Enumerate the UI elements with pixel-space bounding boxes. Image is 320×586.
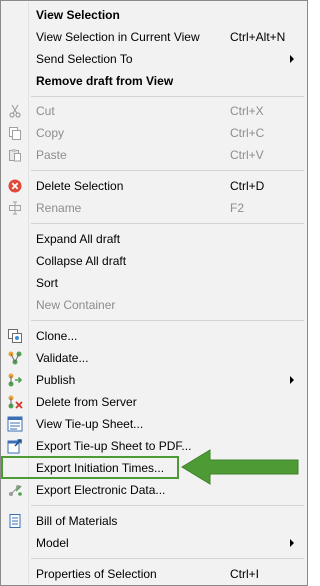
menu-item-validate[interactable]: Validate... bbox=[2, 347, 306, 369]
clone-icon bbox=[7, 328, 23, 344]
menu-item-cut[interactable]: Cut Ctrl+X bbox=[2, 100, 306, 122]
menu-item-send-selection-to[interactable]: Send Selection To bbox=[2, 48, 306, 70]
menu-item-remove-draft[interactable]: Remove draft from View bbox=[2, 70, 306, 92]
rename-icon bbox=[7, 200, 23, 216]
paste-icon bbox=[7, 147, 23, 163]
menu-item-label: Export Tie-up Sheet to PDF... bbox=[36, 439, 192, 453]
copy-icon bbox=[7, 125, 23, 141]
menu-item-model[interactable]: Model bbox=[2, 532, 306, 554]
menu-item-paste[interactable]: Paste Ctrl+V bbox=[2, 144, 306, 166]
delete-server-icon bbox=[7, 394, 23, 410]
menu-item-label: Send Selection To bbox=[36, 52, 133, 66]
bill-icon bbox=[7, 513, 23, 529]
publish-icon bbox=[7, 372, 23, 388]
menu-item-label: Copy bbox=[36, 126, 65, 140]
menu-item-view-selection[interactable]: View Selection bbox=[2, 4, 306, 26]
menu-item-bill-of-materials[interactable]: Bill of Materials bbox=[2, 510, 306, 532]
menu-item-view-selection-current-view[interactable]: View Selection in Current View Ctrl+Alt+… bbox=[2, 26, 306, 48]
annotation-arrow-icon bbox=[180, 448, 304, 489]
menu-item-shortcut: Ctrl+D bbox=[230, 179, 265, 193]
export-pdf-icon bbox=[7, 438, 23, 454]
menu-item-label: Clone... bbox=[36, 329, 78, 343]
menu-item-expand-all[interactable]: Expand All draft bbox=[2, 228, 306, 250]
menu-item-properties-of-selection[interactable]: Properties of Selection Ctrl+I bbox=[2, 563, 306, 585]
menu-item-label: Remove draft from View bbox=[36, 74, 174, 88]
cut-icon bbox=[7, 103, 23, 119]
menu-item-label: Paste bbox=[36, 148, 67, 162]
menu-separator bbox=[31, 320, 304, 321]
menu-item-label: Collapse All draft bbox=[36, 254, 127, 268]
menu-item-label: Publish bbox=[36, 373, 76, 387]
menu-item-label: Rename bbox=[36, 201, 82, 215]
menu-item-shortcut: Ctrl+C bbox=[230, 126, 265, 140]
menu-item-collapse-all[interactable]: Collapse All draft bbox=[2, 250, 306, 272]
context-menu: View Selection View Selection in Current… bbox=[0, 0, 308, 586]
menu-item-label: Delete Selection bbox=[36, 179, 124, 193]
menu-item-label: Expand All draft bbox=[36, 232, 121, 246]
menu-item-shortcut: Ctrl+Alt+N bbox=[230, 30, 286, 44]
submenu-arrow-icon bbox=[290, 376, 294, 384]
menu-item-label: View Tie-up Sheet... bbox=[36, 417, 144, 431]
menu-item-rename[interactable]: Rename F2 bbox=[2, 197, 306, 219]
menu-item-label: Cut bbox=[36, 104, 55, 118]
menu-item-label: Validate... bbox=[36, 351, 89, 365]
menu-separator bbox=[31, 223, 304, 224]
menu-separator bbox=[31, 96, 304, 97]
menu-item-shortcut: Ctrl+V bbox=[230, 148, 264, 162]
submenu-arrow-icon bbox=[290, 55, 294, 63]
delete-icon bbox=[7, 178, 23, 194]
menu-item-delete-selection[interactable]: Delete Selection Ctrl+D bbox=[2, 175, 306, 197]
menu-item-label: New Container bbox=[36, 298, 116, 312]
highlight-box bbox=[1, 456, 179, 479]
submenu-arrow-icon bbox=[290, 539, 294, 547]
menu-item-sort[interactable]: Sort bbox=[2, 272, 306, 294]
menu-item-label: Model bbox=[36, 536, 69, 550]
menu-item-shortcut: Ctrl+I bbox=[230, 567, 260, 581]
menu-item-label: View Selection in Current View bbox=[36, 30, 200, 44]
menu-item-label: Export Electronic Data... bbox=[36, 483, 166, 497]
menu-item-view-tieup-sheet[interactable]: View Tie-up Sheet... bbox=[2, 413, 306, 435]
menu-item-label: Delete from Server bbox=[36, 395, 137, 409]
menu-item-shortcut: F2 bbox=[230, 201, 245, 215]
menu-item-new-container[interactable]: New Container bbox=[2, 294, 306, 316]
menu-item-copy[interactable]: Copy Ctrl+C bbox=[2, 122, 306, 144]
menu-item-label: Properties of Selection bbox=[36, 567, 157, 581]
export-data-icon bbox=[7, 482, 23, 498]
menu-separator bbox=[31, 558, 304, 559]
menu-item-label: Sort bbox=[36, 276, 59, 290]
validate-icon bbox=[7, 350, 23, 366]
menu-item-shortcut: Ctrl+X bbox=[230, 104, 264, 118]
menu-item-label: Bill of Materials bbox=[36, 514, 118, 528]
menu-item-publish[interactable]: Publish bbox=[2, 369, 306, 391]
menu-separator bbox=[31, 170, 304, 171]
view-sheet-icon bbox=[7, 416, 23, 432]
menu-item-label: View Selection bbox=[36, 8, 120, 22]
menu-item-delete-from-server[interactable]: Delete from Server bbox=[2, 391, 306, 413]
menu-separator bbox=[31, 505, 304, 506]
menu-item-clone[interactable]: Clone... bbox=[2, 325, 306, 347]
